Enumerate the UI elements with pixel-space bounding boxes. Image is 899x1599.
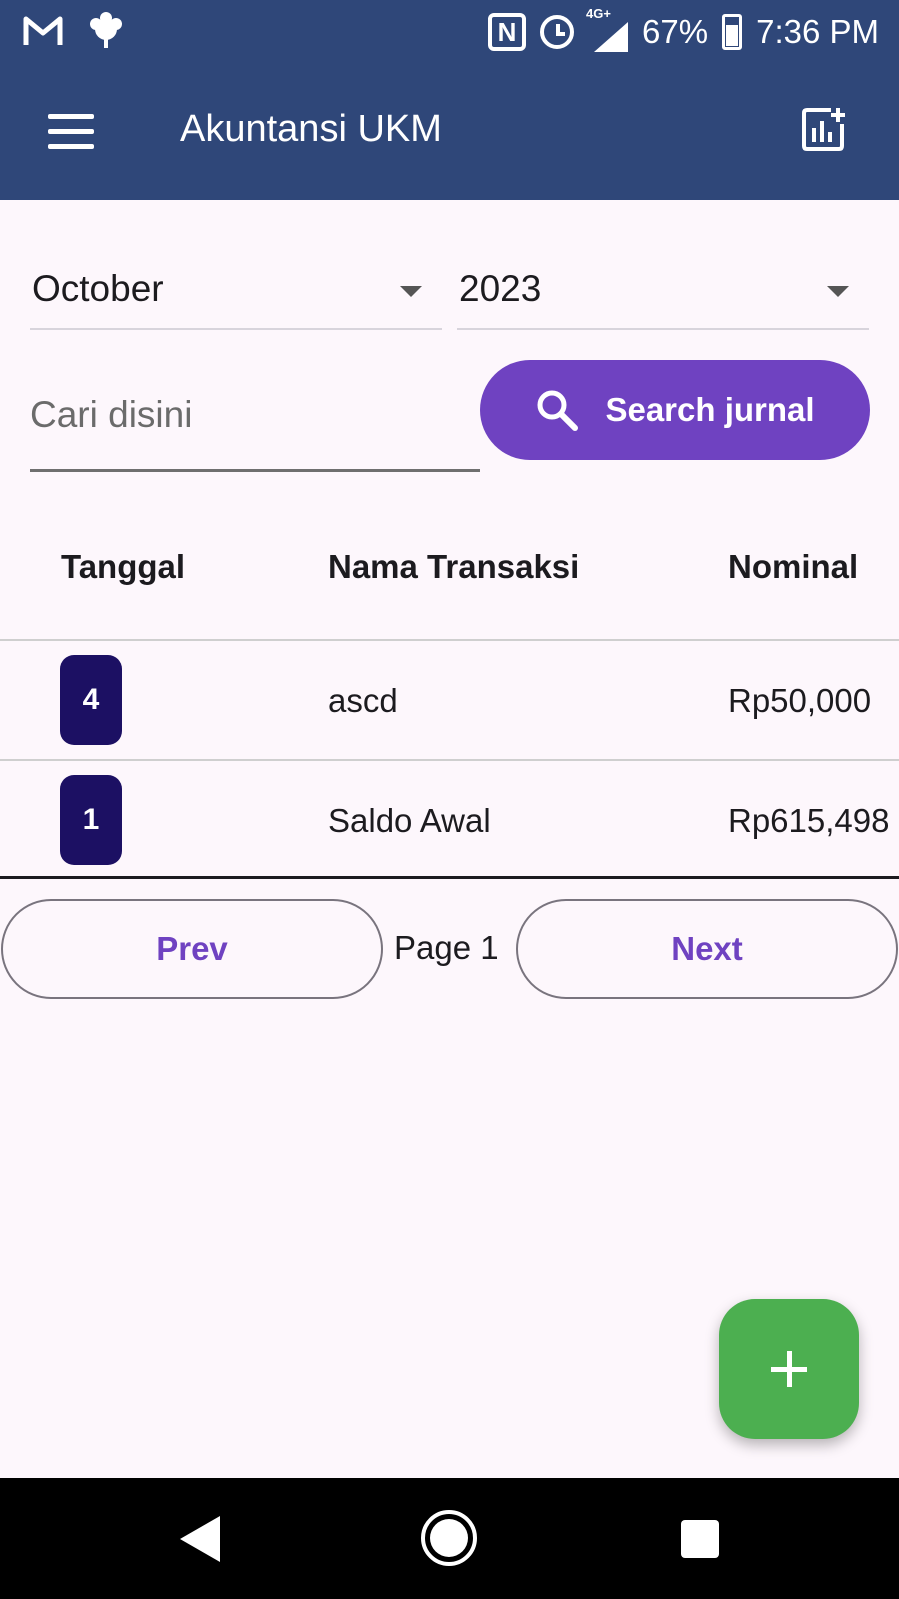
clock-time: 7:36 PM	[756, 13, 879, 50]
battery-icon	[722, 14, 743, 50]
page-indicator: Page 1	[394, 929, 499, 966]
year-select[interactable]: 2023	[457, 250, 869, 330]
table-bottom-border	[0, 876, 899, 879]
transaction-name: ascd	[328, 682, 398, 719]
search-input[interactable]	[30, 390, 470, 440]
system-nav-bar	[0, 1478, 899, 1599]
home-icon[interactable]	[421, 1510, 477, 1566]
transaction-name: Saldo Awal	[328, 802, 491, 839]
signal-icon: 4G+	[586, 6, 629, 52]
recent-apps-icon[interactable]	[681, 1520, 719, 1558]
prev-button[interactable]: Prev	[1, 899, 383, 999]
dropdown-arrow-icon	[400, 286, 422, 297]
nfc-icon: N	[488, 13, 527, 51]
gmail-icon	[23, 16, 63, 45]
status-bar: N 4G+ 67% 7:36 PM	[0, 0, 899, 64]
month-select[interactable]: October	[30, 250, 442, 330]
month-value: October	[32, 268, 164, 309]
back-icon[interactable]	[180, 1516, 220, 1562]
day-badge: 4	[60, 655, 122, 745]
search-button-label: Search jurnal	[605, 391, 815, 428]
search-field	[30, 360, 480, 472]
network-type: 4G+	[586, 6, 611, 21]
search-jurnal-button[interactable]: Search jurnal	[480, 360, 870, 460]
day-badge: 1	[60, 775, 122, 865]
dropdown-arrow-icon	[827, 286, 849, 297]
year-value: 2023	[459, 268, 542, 309]
menu-icon[interactable]	[48, 114, 94, 150]
leaf-icon	[90, 12, 122, 48]
transaction-amount: Rp615,498	[728, 802, 890, 839]
row-divider	[0, 759, 899, 761]
column-header-amount: Nominal	[728, 548, 859, 585]
search-icon	[537, 390, 579, 431]
column-header-date: Tanggal	[61, 548, 186, 585]
next-button[interactable]: Next	[516, 899, 898, 999]
app-title: Akuntansi UKM	[180, 108, 442, 150]
column-header-name: Nama Transaksi	[328, 548, 580, 585]
transaction-amount: Rp50,000	[728, 682, 872, 719]
add-transaction-button[interactable]	[719, 1299, 859, 1439]
alarm-icon	[540, 15, 575, 49]
chart-add-icon[interactable]	[801, 106, 847, 152]
battery-percent: 67%	[642, 13, 709, 50]
app-bar: Akuntansi UKM	[0, 64, 899, 200]
row-divider	[0, 639, 899, 641]
